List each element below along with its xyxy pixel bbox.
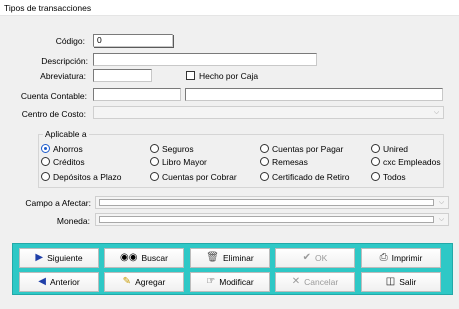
radio-label-seguros: Seguros — [162, 144, 194, 154]
play-right-icon: ▶ — [35, 252, 44, 263]
binoculars-icon: ◉◉ — [120, 252, 138, 263]
play-left-icon: ◀ — [38, 276, 46, 287]
radio-cuentas-por-pagar[interactable] — [260, 144, 269, 153]
agregar-label: Agregar — [135, 277, 166, 287]
salir-label: Salir — [399, 277, 417, 287]
x-icon: ✕ — [291, 276, 301, 287]
ok-button[interactable]: ✔ OK — [275, 248, 355, 268]
moneda-label: Moneda: — [56, 216, 90, 226]
window-title: Tipos de transacciones — [0, 0, 459, 16]
hecho-por-caja-checkbox[interactable] — [186, 71, 195, 80]
anterior-button[interactable]: ◀ Anterior — [19, 272, 99, 292]
radio-certificado-retiro[interactable] — [260, 172, 269, 181]
centro-costo-select[interactable]: ⌵ — [93, 106, 444, 119]
buscar-button[interactable]: ◉◉ Buscar — [104, 248, 184, 268]
abreviatura-field[interactable] — [93, 69, 152, 82]
codigo-label: Código: — [55, 36, 85, 46]
modificar-button[interactable]: ☞ Modificar — [190, 272, 270, 292]
radio-todos[interactable] — [371, 172, 380, 181]
radio-cuentas-por-cobrar[interactable] — [150, 172, 159, 181]
eliminar-label: Eliminar — [223, 253, 254, 263]
printer-icon: ⎙ — [379, 252, 388, 263]
radio-depositos-plazo[interactable] — [41, 172, 50, 181]
campo-afectar-select[interactable]: ⌵ — [95, 196, 449, 209]
checkmark-icon: ✔ — [302, 252, 312, 263]
buscar-label: Buscar — [141, 253, 168, 263]
radio-ahorros[interactable] — [41, 144, 50, 153]
radio-label-unired: Unired — [383, 144, 409, 154]
exit-door-icon: ◫ — [385, 276, 396, 287]
centro-costo-label: Centro de Costo: — [21, 109, 86, 119]
anterior-label: Anterior — [49, 277, 80, 287]
radio-label-ahorros: Ahorros — [53, 144, 83, 154]
imprimir-label: Imprimir — [391, 253, 423, 263]
descripcion-field[interactable] — [93, 53, 317, 66]
hecho-por-caja-label: Hecho por Caja — [199, 71, 259, 81]
radio-creditos[interactable] — [41, 157, 50, 166]
pencil-icon: ✎ — [122, 276, 132, 287]
radio-label-depositos-plazo: Depósitos a Plazo — [53, 172, 122, 182]
siguiente-button[interactable]: ▶ Siguiente — [19, 248, 99, 268]
modificar-label: Modificar — [219, 277, 254, 287]
eliminar-button[interactable]: 🗑 Eliminar — [190, 248, 270, 268]
imprimir-button[interactable]: ⎙ Imprimir — [361, 248, 441, 268]
cancelar-button[interactable]: ✕ Cancelar — [275, 272, 355, 292]
chevron-down-icon: ⌵ — [433, 109, 440, 116]
radio-label-certificado-retiro: Certificado de Retiro — [272, 172, 350, 182]
transaction-types-window: Tipos de transacciones Código: 0 Descrip… — [0, 0, 459, 309]
radio-label-todos: Todos — [383, 172, 406, 182]
radio-unired[interactable] — [371, 144, 380, 153]
agregar-button[interactable]: ✎ Agregar — [104, 272, 184, 292]
ok-label: OK — [315, 253, 328, 263]
radio-label-libro-mayor: Libro Mayor — [162, 157, 207, 167]
cuenta-contable-field[interactable] — [93, 88, 181, 101]
radio-label-cuentas-por-pagar: Cuentas por Pagar — [272, 144, 344, 154]
cuenta-contable-label: Cuenta Contable: — [20, 91, 87, 101]
action-button-panel: ▶ Siguiente ◉◉ Buscar 🗑 Eliminar ✔ OK ⎙ … — [12, 243, 453, 295]
radio-seguros[interactable] — [150, 144, 159, 153]
cuenta-contable-description-field[interactable] — [185, 88, 443, 101]
moneda-select[interactable]: ⌵ — [95, 213, 449, 226]
radio-libro-mayor[interactable] — [150, 157, 159, 166]
trash-icon: 🗑 — [206, 252, 219, 263]
codigo-field[interactable]: 0 — [93, 34, 173, 47]
radio-cxc-empleados[interactable] — [371, 157, 380, 166]
hand-edit-icon: ☞ — [206, 276, 216, 287]
radio-label-creditos: Créditos — [53, 157, 85, 167]
cancelar-label: Cancelar — [304, 277, 339, 287]
radio-label-cuentas-por-cobrar: Cuentas por Cobrar — [162, 172, 237, 182]
chevron-down-icon: ⌵ — [438, 199, 445, 206]
descripcion-label: Descripción: — [41, 56, 88, 66]
radio-remesas[interactable] — [260, 157, 269, 166]
abreviatura-label: Abreviatura: — [40, 71, 86, 81]
moneda-value — [99, 216, 434, 223]
chevron-down-icon: ⌵ — [438, 216, 445, 223]
salir-button[interactable]: ◫ Salir — [361, 272, 441, 292]
radio-label-cxc-empleados: cxc Empleados — [383, 157, 441, 167]
aplicable-a-legend: Aplicable a — [45, 129, 87, 139]
radio-label-remesas: Remesas — [272, 157, 308, 167]
campo-afectar-label: Campo a Afectar: — [25, 198, 91, 208]
siguiente-label: Siguiente — [47, 253, 83, 263]
campo-afectar-value — [99, 199, 434, 206]
